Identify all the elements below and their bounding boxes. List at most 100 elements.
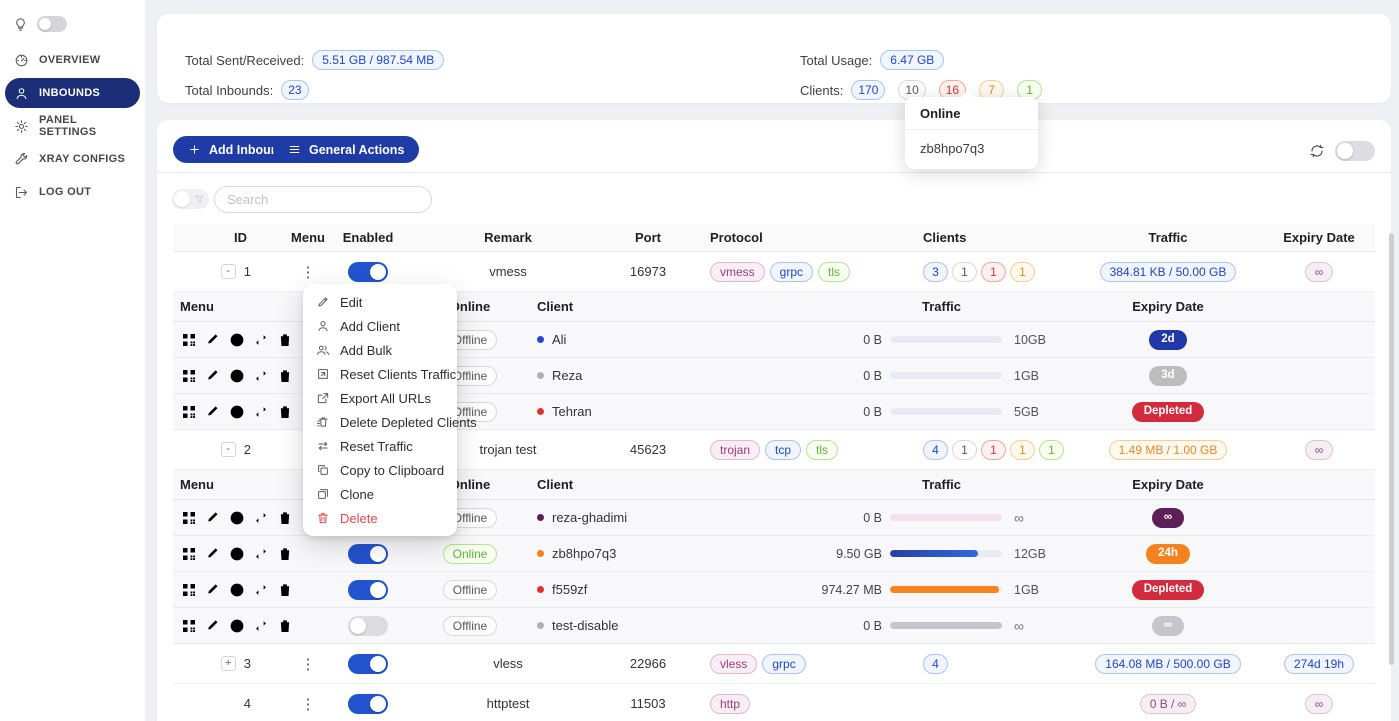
- client-count-badge[interactable]: 1: [1010, 440, 1035, 460]
- reset-traffic-icon[interactable]: [252, 367, 270, 385]
- info-icon[interactable]: [228, 331, 246, 349]
- row-menu-button[interactable]: ⋮: [301, 695, 316, 713]
- sidebar-item-panel-settings[interactable]: PANEL SETTINGS: [5, 111, 140, 141]
- online-status-badge: Offline: [443, 580, 497, 600]
- sidebar-item-overview[interactable]: OVERVIEW: [5, 45, 140, 75]
- scrollbar-thumb[interactable]: [1389, 233, 1394, 665]
- client-enabled-toggle[interactable]: [348, 616, 388, 636]
- collapse-button[interactable]: -: [221, 442, 236, 457]
- enabled-toggle[interactable]: [348, 654, 388, 674]
- client-count-badge[interactable]: 4: [923, 440, 948, 460]
- menu-item-copy-to-clipboard[interactable]: Copy to Clipboard: [303, 458, 457, 482]
- client-enabled-toggle[interactable]: [348, 544, 388, 564]
- row-menu-button[interactable]: ⋮: [301, 655, 316, 673]
- edit-icon[interactable]: [204, 403, 222, 421]
- trash-icon[interactable]: [276, 509, 294, 527]
- client-count-badge[interactable]: 4: [923, 654, 948, 674]
- general-actions-label: General Actions: [309, 143, 404, 157]
- enabled-toggle[interactable]: [348, 262, 388, 282]
- trash-icon[interactable]: [276, 331, 294, 349]
- general-actions-button[interactable]: General Actions: [273, 136, 419, 163]
- expiry-badge: ∞: [1305, 694, 1334, 714]
- menu-item-reset-clients-traffic[interactable]: Reset Clients Traffic: [303, 362, 457, 386]
- menu-item-add-client[interactable]: Add Client: [303, 314, 457, 338]
- edit-icon[interactable]: [204, 617, 222, 635]
- trash-icon[interactable]: [276, 617, 294, 635]
- trash-icon[interactable]: [276, 545, 294, 563]
- info-icon[interactable]: [228, 545, 246, 563]
- logout-icon: [14, 185, 29, 200]
- qr-code-icon[interactable]: [180, 545, 198, 563]
- expand-button[interactable]: +: [221, 656, 236, 671]
- client-name: test-disable: [552, 618, 618, 633]
- client-enabled-toggle[interactable]: [348, 580, 388, 600]
- info-icon[interactable]: [228, 403, 246, 421]
- toolbar-divider: [157, 172, 1391, 173]
- client-expiry-badge: 3d: [1149, 366, 1186, 386]
- collapse-button[interactable]: -: [221, 264, 236, 279]
- edit-icon[interactable]: [204, 331, 222, 349]
- qr-code-icon[interactable]: [180, 617, 198, 635]
- sidebar-item-inbounds[interactable]: INBOUNDS: [5, 78, 140, 108]
- client-count-badge[interactable]: 1: [1010, 262, 1035, 282]
- client-count-badge[interactable]: 3: [923, 262, 948, 282]
- total-sent-received: Total Sent/Received: 5.51 GB / 987.54 MB: [185, 50, 444, 70]
- qr-code-icon[interactable]: [180, 403, 198, 421]
- copy-icon: [316, 463, 330, 477]
- info-icon[interactable]: [228, 581, 246, 599]
- reset-traffic-icon[interactable]: [252, 403, 270, 421]
- client-count-badge[interactable]: 1: [952, 440, 977, 460]
- qr-code-icon[interactable]: [180, 509, 198, 527]
- row-menu-button[interactable]: ⋮: [301, 263, 316, 281]
- inbound-id: 3: [244, 656, 251, 671]
- trash-icon[interactable]: [276, 581, 294, 599]
- menu-item-delete-depleted-clients[interactable]: Delete Depleted Clients: [303, 410, 457, 434]
- menu-item-reset-traffic[interactable]: Reset Traffic: [303, 434, 457, 458]
- reset-traffic-icon[interactable]: [252, 581, 270, 599]
- trash-icon[interactable]: [276, 403, 294, 421]
- menu-item-add-bulk[interactable]: Add Bulk: [303, 338, 457, 362]
- menu-item-export-all-urls[interactable]: Export All URLs: [303, 386, 457, 410]
- client-count-badge[interactable]: 1: [952, 262, 977, 282]
- qr-code-icon[interactable]: [180, 367, 198, 385]
- qr-code-icon[interactable]: [180, 331, 198, 349]
- refresh-icon[interactable]: [1309, 143, 1325, 159]
- info-icon[interactable]: [228, 617, 246, 635]
- online-status-badge: Offline: [443, 616, 497, 636]
- reset-traffic-icon[interactable]: [252, 617, 270, 635]
- edit-icon[interactable]: [204, 509, 222, 527]
- sidebar-item-log-out[interactable]: LOG OUT: [5, 177, 140, 207]
- client-name: f559zf: [552, 582, 587, 597]
- menu-item-label: Clone: [340, 487, 374, 502]
- menu-item-delete[interactable]: Delete: [303, 506, 457, 530]
- search-input[interactable]: [214, 186, 432, 213]
- clients-total-badge[interactable]: 170: [851, 80, 885, 100]
- client-name: Tehran: [552, 404, 592, 419]
- reset-traffic-icon[interactable]: [252, 509, 270, 527]
- client-count-badge[interactable]: 1: [981, 440, 1006, 460]
- dark-mode-toggle[interactable]: [37, 16, 67, 32]
- qr-code-icon[interactable]: [180, 581, 198, 599]
- reset-traffic-icon[interactable]: [252, 545, 270, 563]
- info-icon[interactable]: [228, 509, 246, 527]
- total-inbounds-value: 23: [281, 80, 308, 100]
- auto-refresh-toggle[interactable]: [1335, 141, 1375, 161]
- menu-item-label: Add Client: [340, 319, 400, 334]
- menu-item-clone[interactable]: Clone: [303, 482, 457, 506]
- client-count-badge[interactable]: 1: [981, 262, 1006, 282]
- info-icon[interactable]: [228, 367, 246, 385]
- port: 16973: [630, 264, 666, 279]
- edit-icon[interactable]: [204, 581, 222, 599]
- inbound-id: 4: [244, 696, 251, 711]
- trash-icon[interactable]: [276, 367, 294, 385]
- client-count-badge[interactable]: 1: [1039, 440, 1064, 460]
- reset-traffic-icon[interactable]: [252, 331, 270, 349]
- filter-toggle[interactable]: [172, 189, 209, 209]
- sidebar-item-xray-configs[interactable]: XRAY CONFIGS: [5, 144, 140, 174]
- edit-icon[interactable]: [204, 367, 222, 385]
- inbound-id: 2: [244, 442, 251, 457]
- edit-icon[interactable]: [204, 545, 222, 563]
- enabled-toggle[interactable]: [348, 694, 388, 714]
- menu-item-edit[interactable]: Edit: [303, 290, 457, 314]
- subheader-traffic: Traffic: [810, 470, 1073, 499]
